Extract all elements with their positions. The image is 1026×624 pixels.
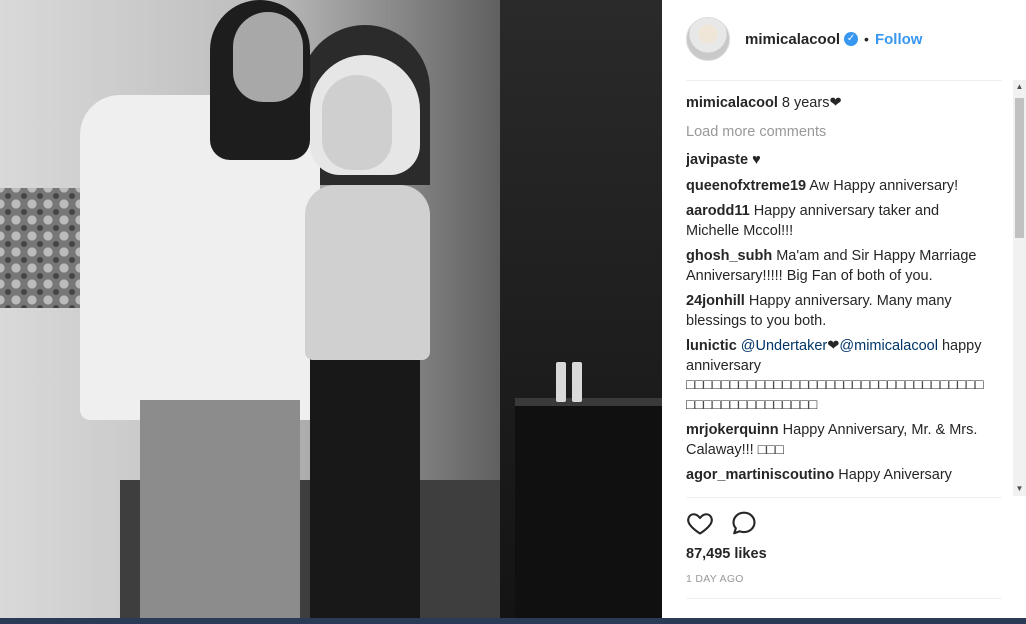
- post-timestamp[interactable]: 1 DAY AGO: [686, 573, 744, 585]
- list-item: javipaste ♥: [686, 151, 986, 171]
- list-item: lunictic @Undertaker❤@mimicalacool happy…: [686, 337, 986, 415]
- divider: [686, 80, 1002, 81]
- photo-counter: [515, 398, 662, 618]
- comment-username[interactable]: agor_martiniscoutino: [686, 467, 834, 483]
- comment-username[interactable]: aarodd11: [686, 203, 750, 219]
- post-photo[interactable]: [0, 0, 662, 618]
- comments-scrollbar[interactable]: ▲ ▼: [1013, 80, 1026, 496]
- heart-icon[interactable]: [686, 509, 714, 537]
- post-actions: [686, 508, 774, 538]
- comment-username[interactable]: lunictic: [686, 338, 737, 354]
- comment-text: ♥: [748, 152, 761, 168]
- list-item: 24jonhill Happy anniversary. Many many b…: [686, 292, 986, 331]
- comments-list[interactable]: mimicalacool 8 years❤ Load more comments…: [686, 94, 986, 498]
- divider: [686, 598, 1002, 599]
- list-item: ghosh_subh Ma'am and Sir Happy Marriage …: [686, 247, 986, 286]
- list-item: queenofxtreme19 Aw Happy anniversary!: [686, 177, 986, 197]
- photo-person-woman: [300, 55, 440, 618]
- scrollbar-thumb[interactable]: [1015, 98, 1024, 238]
- avatar[interactable]: [686, 17, 730, 61]
- post-username[interactable]: mimicalacool: [745, 31, 840, 48]
- caption: mimicalacool 8 years❤: [686, 94, 986, 114]
- caption-username[interactable]: mimicalacool: [686, 95, 778, 111]
- post-header: mimicalacool ✓ • Follow: [686, 15, 1002, 63]
- comment-text: Aw Happy anniversary!: [806, 177, 959, 194]
- follow-button[interactable]: Follow: [875, 31, 923, 48]
- heart-emoji: ❤: [827, 338, 840, 354]
- os-taskbar: [0, 618, 1026, 624]
- list-item: mrjokerquinn Happy Anniversary, Mr. & Mr…: [686, 421, 986, 460]
- mention-link[interactable]: @mimicalacool: [839, 338, 938, 354]
- scroll-up-arrow-icon[interactable]: ▲: [1013, 80, 1026, 94]
- comment-username[interactable]: queenofxtreme19: [686, 178, 806, 194]
- likes-count[interactable]: 87,495 likes: [686, 546, 767, 562]
- mention-link[interactable]: @Undertaker: [741, 338, 827, 354]
- list-item: aarodd11 Happy anniversary taker and Mic…: [686, 202, 986, 241]
- comment-username[interactable]: 24jonhill: [686, 293, 745, 309]
- comment-username[interactable]: mrjokerquinn: [686, 422, 779, 438]
- header-separator: •: [864, 31, 869, 47]
- comment-text: Happy Aniversary: [834, 467, 952, 483]
- comment-icon[interactable]: [730, 509, 758, 537]
- verified-badge-icon: ✓: [844, 32, 859, 46]
- photo-person-man: [70, 0, 320, 618]
- load-more-comments-button[interactable]: Load more comments: [686, 123, 986, 143]
- post-side-panel: mimicalacool ✓ • Follow mimicalacool 8 y…: [662, 0, 1026, 618]
- comment-username[interactable]: ghosh_subh: [686, 248, 772, 264]
- caption-text: 8 years❤: [777, 95, 842, 111]
- list-item: agor_martiniscoutino Happy Aniversary: [686, 466, 986, 486]
- scroll-down-arrow-icon[interactable]: ▼: [1013, 482, 1026, 496]
- photo-bottles: [556, 362, 596, 407]
- divider: [686, 497, 1002, 498]
- comment-username[interactable]: javipaste: [686, 152, 748, 168]
